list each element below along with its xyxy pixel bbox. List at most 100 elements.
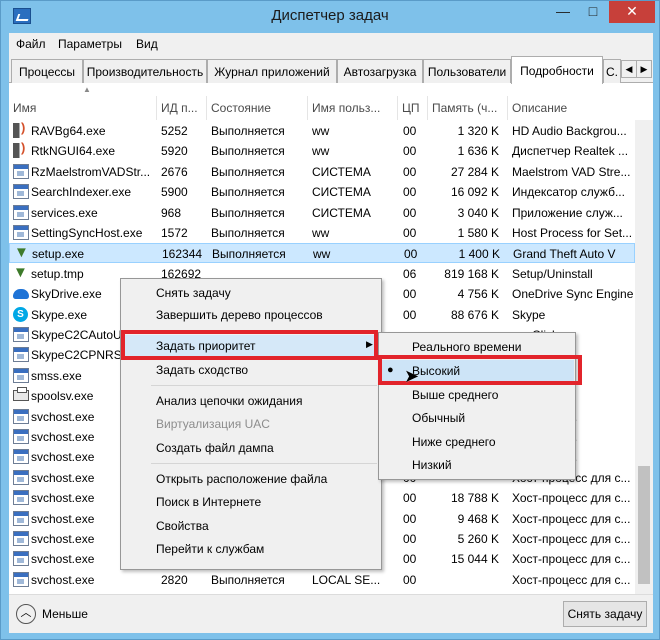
ctx-analyze-wait-chain[interactable]: Анализ цепочки ожидания bbox=[122, 390, 380, 412]
table-row[interactable]: services.exe 968 Выполняется СИСТЕМА 00 3 040… bbox=[9, 203, 635, 223]
process-description: Хост-процесс для с... bbox=[512, 491, 631, 506]
tab-users[interactable]: Пользователи bbox=[423, 59, 511, 83]
ctx-separator bbox=[151, 385, 377, 386]
table-row[interactable]: svchost.exe 2820 Выполняется LOCAL SE... 00 Х… bbox=[9, 570, 635, 590]
process-state: Выполняется bbox=[211, 205, 285, 220]
ctx-properties[interactable]: Свойства bbox=[122, 515, 380, 537]
process-name: RAVBg64.exe bbox=[31, 124, 106, 138]
tab-app-history[interactable]: Журнал приложений bbox=[207, 59, 337, 83]
process-cpu: 00 bbox=[403, 552, 417, 567]
exe-icon bbox=[13, 367, 29, 383]
priority-normal[interactable]: Обычный bbox=[380, 407, 574, 429]
ctx-create-dump-file[interactable]: Создать файл дампа bbox=[122, 437, 380, 459]
close-button[interactable]: ✕ bbox=[609, 1, 655, 23]
skype-icon bbox=[13, 306, 28, 322]
tab-startup[interactable]: Автозагрузка bbox=[337, 59, 423, 83]
process-memory: 1 636 K bbox=[457, 144, 499, 159]
ctx-open-file-location[interactable]: Открыть расположение файла bbox=[122, 468, 380, 490]
tab-performance[interactable]: Производительность bbox=[83, 59, 207, 83]
ctx-end-process-tree[interactable]: Завершить дерево процессов bbox=[122, 304, 380, 326]
ctx-end-task[interactable]: Снять задачу bbox=[122, 282, 380, 304]
process-cpu: 00 bbox=[403, 491, 417, 506]
exe-icon bbox=[13, 184, 29, 200]
column-name[interactable]: Имя bbox=[9, 96, 157, 120]
process-cpu: 00 bbox=[403, 185, 417, 200]
tab-processes[interactable]: Процессы bbox=[11, 59, 83, 83]
highlight-set-priority bbox=[121, 330, 378, 360]
process-description: HD Audio Backgrou... bbox=[512, 124, 627, 138]
process-description: OneDrive Sync Engine bbox=[512, 287, 634, 302]
process-cpu: 06 bbox=[403, 266, 417, 281]
setup-icon bbox=[13, 266, 29, 281]
process-state: Выполняется bbox=[211, 226, 285, 240]
process-user: LOCAL SE... bbox=[312, 572, 381, 587]
process-description: Skype bbox=[512, 307, 546, 322]
column-cpu[interactable]: ЦП bbox=[398, 96, 428, 120]
vertical-scrollbar[interactable] bbox=[635, 120, 653, 594]
speaker-icon bbox=[13, 140, 29, 159]
process-user: СИСТЕМА bbox=[312, 205, 371, 220]
process-name: SettingSyncHost.exe bbox=[31, 226, 143, 240]
end-task-button[interactable]: Снять задачу bbox=[563, 601, 647, 627]
column-state[interactable]: Состояние bbox=[207, 96, 308, 120]
process-memory: 3 040 K bbox=[457, 205, 499, 220]
speaker-icon bbox=[13, 120, 29, 138]
column-user[interactable]: Имя польз... bbox=[308, 96, 398, 120]
scrollbar-thumb[interactable] bbox=[638, 466, 650, 584]
ctx-set-affinity[interactable]: Задать сходство bbox=[122, 359, 380, 381]
exe-icon bbox=[13, 347, 29, 363]
ctx-search-online[interactable]: Поиск в Интернете bbox=[122, 491, 380, 513]
process-user: СИСТЕМА bbox=[312, 185, 371, 200]
process-cpu: 00 bbox=[403, 144, 417, 159]
table-row[interactable]: RAVBg64.exe 5252 Выполняется ww 00 1 320 K HD … bbox=[9, 120, 635, 141]
process-state: Выполняется bbox=[211, 164, 285, 179]
cloud-icon bbox=[13, 289, 29, 300]
tab-services[interactable]: С. bbox=[603, 59, 621, 83]
menu-view[interactable]: Вид bbox=[136, 37, 158, 51]
title-bar[interactable]: Диспетчер задач — □ ✕ bbox=[1, 1, 659, 33]
table-header: ▲ Имя ИД п... Состояние Имя польз... ЦП … bbox=[9, 84, 653, 120]
table-row[interactable]: SearchIndexer.exe 5900 Выполняется СИСТЕМА 0… bbox=[9, 182, 635, 202]
column-description[interactable]: Описание bbox=[508, 96, 635, 120]
process-name: RzMaelstromVADStr... bbox=[31, 164, 151, 179]
fewer-details-link[interactable]: Меньше bbox=[42, 607, 88, 621]
process-memory: 9 468 K bbox=[457, 511, 499, 526]
priority-below-normal[interactable]: Ниже среднего bbox=[380, 431, 574, 453]
process-description: Maelstrom VAD Stre... bbox=[512, 164, 631, 179]
priority-above-normal[interactable]: Выше среднего bbox=[380, 384, 574, 406]
priority-low[interactable]: Низкий bbox=[380, 454, 574, 476]
collapse-icon[interactable]: ︿ bbox=[16, 604, 36, 624]
process-memory: 88 676 K bbox=[450, 307, 499, 322]
exe-icon bbox=[13, 490, 29, 506]
process-name: setup.exe bbox=[32, 247, 85, 262]
table-row[interactable]: setup.exe 162344 Выполняется ww 00 1 400 K Gra… bbox=[9, 243, 635, 264]
ctx-go-to-services[interactable]: Перейти к службам bbox=[122, 538, 380, 560]
process-name: services.exe bbox=[31, 205, 98, 220]
maximize-button[interactable]: □ bbox=[579, 1, 607, 23]
process-description: Хост-процесс для с... bbox=[512, 572, 631, 587]
exe-icon bbox=[13, 531, 29, 546]
menu-parameters[interactable]: Параметры bbox=[58, 37, 122, 51]
process-description: Приложение служ... bbox=[512, 205, 623, 220]
process-memory: 819 168 K bbox=[444, 266, 499, 281]
process-user: ww bbox=[312, 124, 330, 138]
table-row[interactable]: RzMaelstromVADStr... 2676 Выполняется СИСТЕ… bbox=[9, 162, 635, 182]
process-description: Setup/Uninstall bbox=[512, 266, 593, 281]
process-cpu: 00 bbox=[403, 307, 417, 322]
process-pid: 5252 bbox=[161, 124, 188, 138]
tab-scroll-left-icon[interactable]: ◀ bbox=[621, 60, 637, 78]
exe-icon bbox=[13, 449, 29, 465]
column-pid[interactable]: ИД п... bbox=[157, 96, 207, 120]
tab-bar: Процессы Производительность Журнал прило… bbox=[9, 55, 653, 84]
column-memory[interactable]: Память (ч... bbox=[428, 96, 508, 120]
tab-scroll-right-icon[interactable]: ▶ bbox=[636, 60, 652, 78]
minimize-button[interactable]: — bbox=[549, 1, 577, 23]
tab-details[interactable]: Подробности bbox=[511, 56, 603, 84]
table-row[interactable]: SettingSyncHost.exe 1572 Выполняется ww 00 1 … bbox=[9, 223, 635, 243]
exe-icon bbox=[13, 225, 29, 240]
process-state: Выполняется bbox=[212, 247, 286, 262]
table-row[interactable]: RtkNGUI64.exe 5920 Выполняется ww 00 1 636 K Д… bbox=[9, 140, 635, 161]
process-pid: 5920 bbox=[161, 144, 188, 159]
menu-file[interactable]: Файл bbox=[16, 37, 46, 51]
exe-icon bbox=[13, 571, 29, 587]
